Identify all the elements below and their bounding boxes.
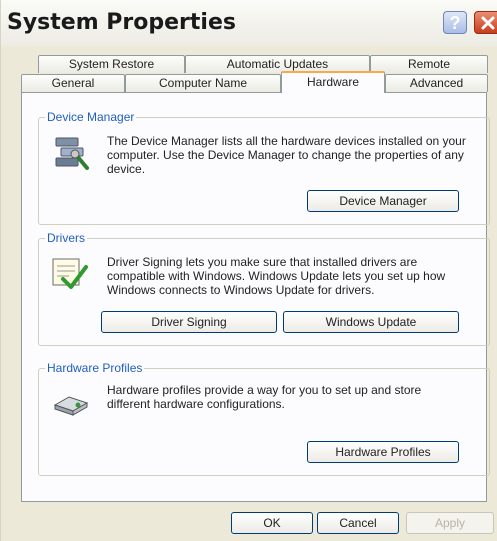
tab-computer-name[interactable]: Computer Name bbox=[125, 74, 281, 92]
device-manager-description: The Device Manager lists all the hardwar… bbox=[107, 134, 466, 176]
close-button[interactable] bbox=[474, 11, 497, 34]
window-title: System Properties bbox=[7, 10, 236, 35]
device-manager-group: Device Manager The Device Manager lists … bbox=[38, 110, 490, 225]
drivers-group-label: Drivers bbox=[45, 231, 87, 245]
system-properties-window: System Properties ? System Restore Autom… bbox=[0, 0, 497, 541]
drivers-group: Drivers Driver Signing lets you make sur… bbox=[38, 231, 490, 346]
close-icon bbox=[481, 16, 495, 30]
windows-update-button[interactable]: Windows Update bbox=[283, 311, 459, 333]
hardware-profiles-group-label: Hardware Profiles bbox=[45, 361, 145, 375]
device-manager-icon bbox=[55, 137, 89, 170]
hardware-profiles-description: Hardware profiles provide a way for you … bbox=[107, 383, 422, 411]
drivers-description: Driver Signing lets you make sure that i… bbox=[107, 255, 446, 297]
tab-hardware[interactable]: Hardware bbox=[281, 71, 385, 93]
hardware-profiles-button[interactable]: Hardware Profiles bbox=[307, 441, 459, 463]
tab-general[interactable]: General bbox=[21, 74, 125, 92]
tab-system-restore[interactable]: System Restore bbox=[38, 55, 185, 73]
driver-signing-button[interactable]: Driver Signing bbox=[101, 311, 277, 333]
hardware-profiles-icon bbox=[53, 396, 89, 416]
device-manager-button[interactable]: Device Manager bbox=[307, 190, 459, 212]
title-bar[interactable]: System Properties ? bbox=[1, 0, 497, 46]
cancel-button[interactable]: Cancel bbox=[317, 512, 399, 534]
driver-signing-icon bbox=[52, 258, 88, 289]
device-manager-group-label: Device Manager bbox=[45, 110, 137, 124]
tab-advanced[interactable]: Advanced bbox=[385, 74, 488, 92]
apply-button[interactable]: Apply bbox=[406, 512, 494, 534]
hardware-profiles-group: Hardware Profiles Hardware profiles prov… bbox=[38, 361, 490, 476]
ok-button[interactable]: OK bbox=[231, 512, 313, 534]
tab-remote[interactable]: Remote bbox=[370, 55, 488, 73]
hardware-tab-panel: Device Manager The Device Manager lists … bbox=[21, 92, 490, 502]
help-button[interactable]: ? bbox=[443, 11, 467, 34]
